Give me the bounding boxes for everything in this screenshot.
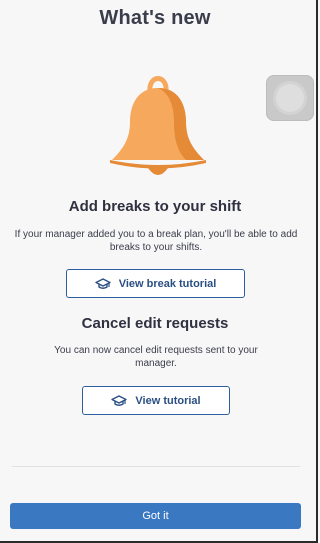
bell-icon (110, 76, 206, 175)
graduation-cap-icon (111, 394, 128, 406)
section-title-add-breaks: Add breaks to your shift (68, 198, 242, 215)
view-tutorial-label: View tutorial (135, 394, 201, 407)
footer-divider (12, 466, 300, 467)
page-title: What's new (99, 7, 211, 29)
graduation-cap-icon (94, 277, 111, 289)
assistive-touch-button[interactable] (266, 75, 314, 121)
view-tutorial-button[interactable]: View tutorial (82, 386, 230, 415)
got-it-button[interactable]: Got it (10, 503, 301, 529)
view-break-tutorial-label: View break tutorial (118, 277, 217, 290)
whats-new-screen: What's new Add breaks to your shift If y… (0, 0, 318, 543)
section-description-cancel-edit: You can now cancel edit requests sent to… (54, 345, 258, 369)
got-it-label: Got it (142, 510, 169, 522)
view-break-tutorial-button[interactable]: View break tutorial (66, 269, 245, 298)
section-description-add-breaks: If your manager added you to a break pla… (14, 229, 298, 253)
assistive-touch-icon (276, 84, 304, 112)
section-title-cancel-edit: Cancel edit requests (81, 315, 229, 332)
